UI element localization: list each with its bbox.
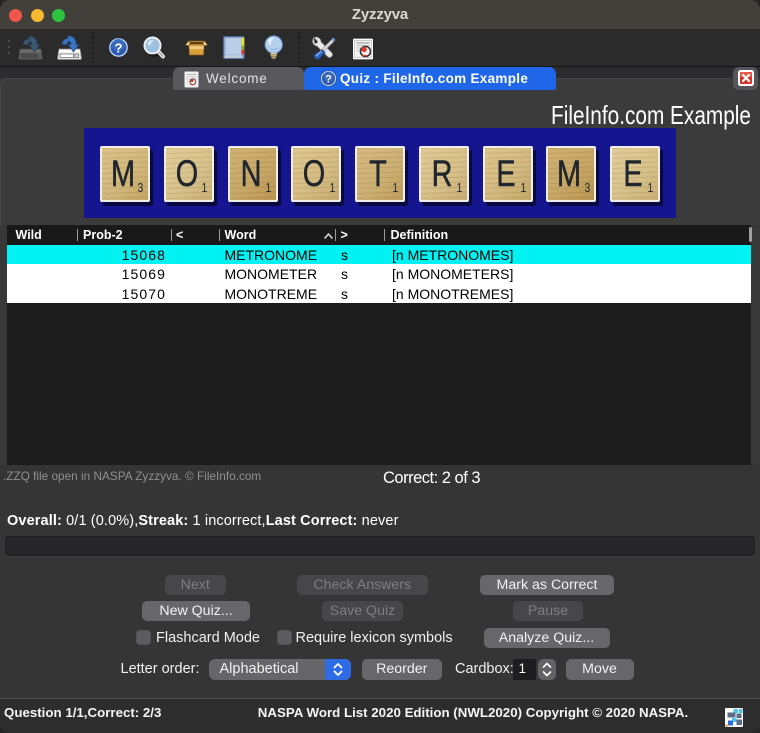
svg-text:?: ?	[325, 73, 332, 85]
svg-text:?: ?	[115, 40, 123, 55]
